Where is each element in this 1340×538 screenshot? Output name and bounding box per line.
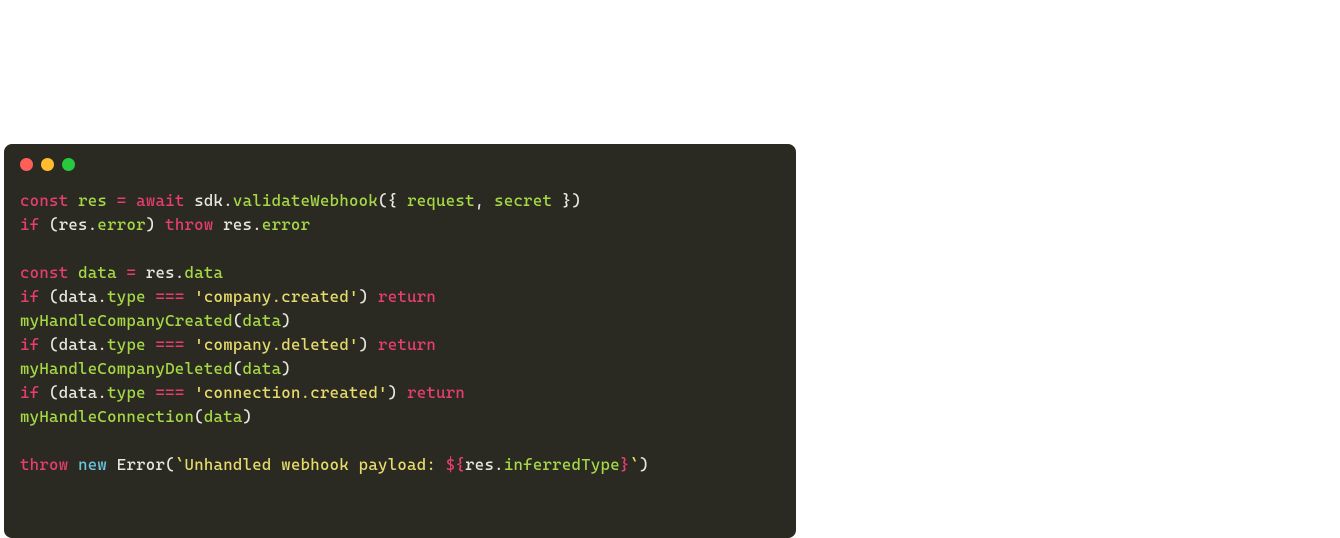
code-token: secret bbox=[494, 191, 552, 210]
code-token: === bbox=[155, 287, 184, 306]
code-line: myHandleCompanyCreated(data) bbox=[20, 309, 780, 333]
code-line: if (res.error) throw res.error bbox=[20, 213, 780, 237]
code-token: throw bbox=[20, 455, 68, 474]
code-token: ) bbox=[359, 287, 378, 306]
code-editor-window: const res = await sdk.validateWebhook({ … bbox=[4, 144, 796, 538]
code-token: ${ bbox=[446, 455, 465, 474]
code-token: type bbox=[107, 383, 146, 402]
code-line: const data = res.data bbox=[20, 261, 780, 285]
code-token: data bbox=[78, 263, 117, 282]
code-token bbox=[465, 383, 475, 402]
code-token: === bbox=[155, 335, 184, 354]
code-line: myHandleCompanyDeleted(data) bbox=[20, 357, 780, 381]
code-token: ({ bbox=[378, 191, 407, 210]
code-token bbox=[68, 455, 78, 474]
code-token: request bbox=[407, 191, 475, 210]
code-token: new bbox=[78, 455, 107, 474]
code-token: myHandleCompanyCreated bbox=[20, 311, 233, 330]
code-line: throw new Error(`Unhandled webhook paylo… bbox=[20, 453, 780, 477]
window-close-button[interactable] bbox=[20, 158, 33, 171]
window-controls bbox=[4, 144, 796, 171]
code-token: ) bbox=[243, 407, 253, 426]
window-maximize-button[interactable] bbox=[62, 158, 75, 171]
code-token: 'connection.created' bbox=[194, 383, 388, 402]
code-token bbox=[185, 335, 195, 354]
code-line: myHandleConnection(data) bbox=[20, 405, 780, 429]
code-token bbox=[107, 191, 117, 210]
code-token: 'company.deleted' bbox=[194, 335, 358, 354]
code-token: === bbox=[155, 383, 184, 402]
code-token: ` bbox=[630, 455, 640, 474]
code-token bbox=[126, 191, 136, 210]
code-token: ( bbox=[233, 359, 243, 378]
code-token: ( bbox=[165, 455, 175, 474]
code-token: ) bbox=[359, 335, 378, 354]
code-token: , bbox=[475, 191, 494, 210]
code-token: const bbox=[20, 191, 78, 210]
code-token: validateWebhook bbox=[233, 191, 378, 210]
code-token: await bbox=[136, 191, 184, 210]
code-token: error bbox=[262, 215, 310, 234]
code-token: res. bbox=[214, 215, 262, 234]
code-token: ) bbox=[281, 359, 291, 378]
code-token: const bbox=[20, 263, 78, 282]
code-token: if bbox=[20, 215, 39, 234]
code-line bbox=[20, 237, 780, 261]
code-token: (res. bbox=[39, 215, 97, 234]
code-line: if (data.type === 'connection.created') … bbox=[20, 381, 780, 405]
code-token: ) bbox=[281, 311, 291, 330]
code-line: if (data.type === 'company.created') ret… bbox=[20, 285, 780, 309]
code-token: return bbox=[378, 287, 436, 306]
code-token bbox=[436, 335, 446, 354]
code-token bbox=[436, 287, 446, 306]
code-token: if bbox=[20, 383, 39, 402]
code-token: myHandleCompanyDeleted bbox=[20, 359, 233, 378]
code-token: ( bbox=[233, 311, 243, 330]
code-line: const res = await sdk.validateWebhook({ … bbox=[20, 189, 780, 213]
code-token bbox=[185, 287, 195, 306]
code-token: res. bbox=[136, 263, 184, 282]
code-token: sdk. bbox=[185, 191, 233, 210]
code-token: data bbox=[204, 407, 243, 426]
code-token: (data. bbox=[39, 335, 107, 354]
code-token: `Unhandled webhook payload: bbox=[175, 455, 446, 474]
code-token: (data. bbox=[39, 287, 107, 306]
code-token: type bbox=[107, 335, 146, 354]
code-token: myHandleConnection bbox=[20, 407, 194, 426]
code-token: ) bbox=[388, 383, 407, 402]
code-line bbox=[20, 429, 780, 453]
code-token: 'company.created' bbox=[194, 287, 358, 306]
code-token: type bbox=[107, 287, 146, 306]
code-token: throw bbox=[165, 215, 213, 234]
code-token: data bbox=[243, 311, 282, 330]
code-token: } bbox=[620, 455, 630, 474]
code-token bbox=[185, 383, 195, 402]
code-token: Error bbox=[107, 455, 165, 474]
code-token bbox=[117, 263, 127, 282]
code-token: error bbox=[97, 215, 145, 234]
window-minimize-button[interactable] bbox=[41, 158, 54, 171]
code-token: return bbox=[378, 335, 436, 354]
code-token: res bbox=[78, 191, 107, 210]
code-token: = bbox=[126, 263, 136, 282]
code-token: data bbox=[243, 359, 282, 378]
code-token: ) bbox=[639, 455, 649, 474]
code-token: res. bbox=[465, 455, 504, 474]
code-token: (data. bbox=[39, 383, 107, 402]
code-token: inferredType bbox=[504, 455, 620, 474]
code-token: ) bbox=[146, 215, 165, 234]
code-token: }) bbox=[552, 191, 581, 210]
code-token: if bbox=[20, 335, 39, 354]
code-line: if (data.type === 'company.deleted') ret… bbox=[20, 333, 780, 357]
code-token: data bbox=[185, 263, 224, 282]
code-content: const res = await sdk.validateWebhook({ … bbox=[4, 171, 796, 493]
code-token: if bbox=[20, 287, 39, 306]
code-token: return bbox=[407, 383, 465, 402]
code-token: ( bbox=[194, 407, 204, 426]
